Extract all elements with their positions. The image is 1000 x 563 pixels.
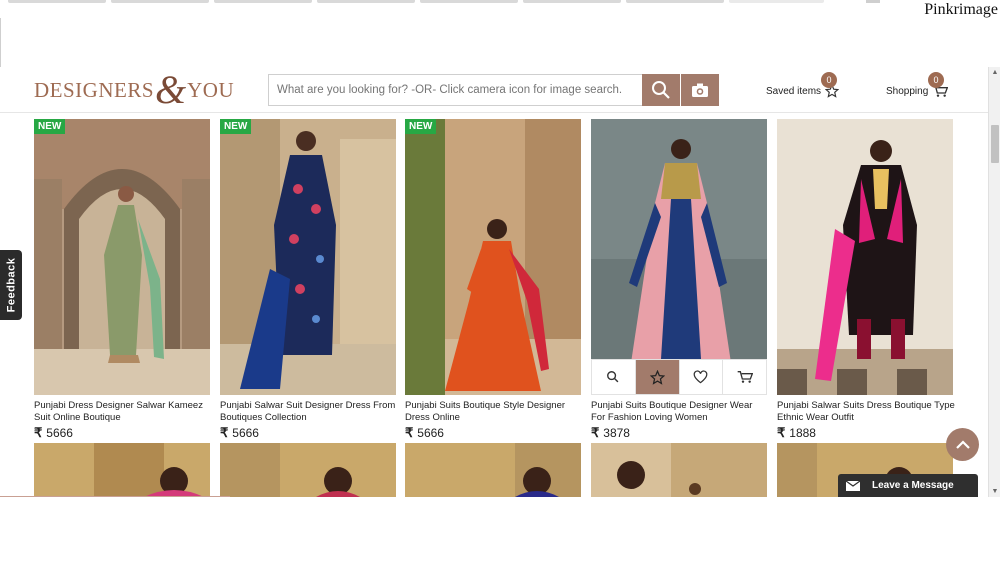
page-scrollbar[interactable]: ▲ ▼ (988, 67, 1000, 497)
magnifier-icon (607, 371, 619, 383)
star-icon (649, 369, 665, 385)
product-title[interactable]: Punjabi Suits Boutique Designer Wear For… (591, 400, 769, 424)
rupee-icon: ₹ (777, 425, 786, 440)
saved-items-label: Saved items (766, 85, 822, 97)
new-badge: NEW (34, 119, 66, 134)
saved-items-count: 0 (821, 72, 837, 88)
product-image[interactable] (220, 443, 396, 497)
site-header: DESIGNERS & YOU Saved items 0 Shoppi (0, 67, 988, 113)
save-item-button[interactable] (635, 360, 680, 394)
product-price: ₹ 5666 (220, 425, 259, 441)
product-price: ₹ 5666 (34, 425, 73, 441)
browser-tab-strip (0, 0, 830, 4)
quick-view-button[interactable] (592, 360, 636, 394)
product-price-value: 5666 (232, 426, 259, 440)
rupee-icon: ₹ (220, 425, 229, 440)
shopping-cart-count: 0 (928, 72, 944, 88)
product-price: ₹ 1888 (777, 425, 816, 441)
camera-icon (692, 83, 708, 97)
product-title[interactable]: Punjabi Salwar Suits Dress Boutique Type… (777, 400, 955, 424)
product-title[interactable]: Punjabi Dress Designer Salwar Kameez Sui… (34, 400, 212, 424)
wishlist-button[interactable] (680, 360, 724, 394)
product-image[interactable] (34, 443, 210, 497)
page: Pinkrimage DESIGNERS & YOU Saved items (0, 0, 1000, 563)
feedback-label: Feedback (5, 257, 17, 313)
logo-word-you: YOU (187, 77, 235, 102)
camera-search-button[interactable] (681, 74, 719, 106)
feedback-tab[interactable]: Feedback (0, 250, 22, 320)
blank-area (0, 497, 1000, 563)
divider (0, 496, 230, 497)
cart-icon (737, 371, 753, 383)
product-price: ₹ 5666 (405, 425, 444, 441)
rupee-icon: ₹ (34, 425, 43, 440)
product-image[interactable] (405, 443, 581, 497)
product-price-value: 1888 (789, 426, 816, 440)
search-icon (652, 81, 670, 99)
watermark-text: Pinkrimage (924, 1, 998, 18)
product-title[interactable]: Punjabi Salwar Suit Designer Dress From … (220, 400, 398, 424)
envelope-icon (846, 480, 860, 491)
product-action-bar (591, 359, 767, 395)
new-badge: NEW (220, 119, 252, 134)
watermark-box (866, 0, 880, 3)
window-edge (0, 18, 1, 68)
product-image[interactable]: NEW (405, 119, 581, 395)
search-button[interactable] (642, 74, 680, 106)
chevron-up-icon (955, 439, 970, 449)
search-input[interactable] (268, 74, 642, 106)
product-price-value: 5666 (46, 426, 73, 440)
product-image[interactable] (591, 443, 767, 497)
product-price: ₹ 3878 (591, 425, 630, 441)
back-to-top-button[interactable] (946, 428, 979, 461)
scroll-down-arrow[interactable]: ▼ (989, 488, 1000, 495)
rupee-icon: ₹ (405, 425, 414, 440)
product-image[interactable]: NEW (34, 119, 210, 395)
scroll-up-arrow[interactable]: ▲ (989, 69, 1000, 76)
scroll-thumb[interactable] (991, 125, 999, 163)
product-price-value: 5666 (417, 426, 444, 440)
product-title[interactable]: Punjabi Suits Boutique Style Designer Dr… (405, 400, 583, 424)
product-image[interactable]: NEW (220, 119, 396, 395)
site-logo[interactable]: DESIGNERS & YOU (34, 67, 235, 112)
logo-ampersand: & (155, 67, 187, 112)
new-badge: NEW (405, 119, 437, 134)
product-price-value: 3878 (603, 426, 630, 440)
add-to-cart-button[interactable] (723, 360, 766, 394)
rupee-icon: ₹ (591, 425, 600, 440)
product-image[interactable] (777, 119, 953, 395)
heart-icon (694, 370, 708, 384)
product-image[interactable] (591, 119, 767, 395)
shopping-cart-label: Shopping (886, 85, 929, 97)
logo-word-designers: DESIGNERS (34, 77, 155, 102)
leave-message-button[interactable]: Leave a Message (838, 474, 978, 497)
leave-message-label: Leave a Message (872, 480, 954, 491)
